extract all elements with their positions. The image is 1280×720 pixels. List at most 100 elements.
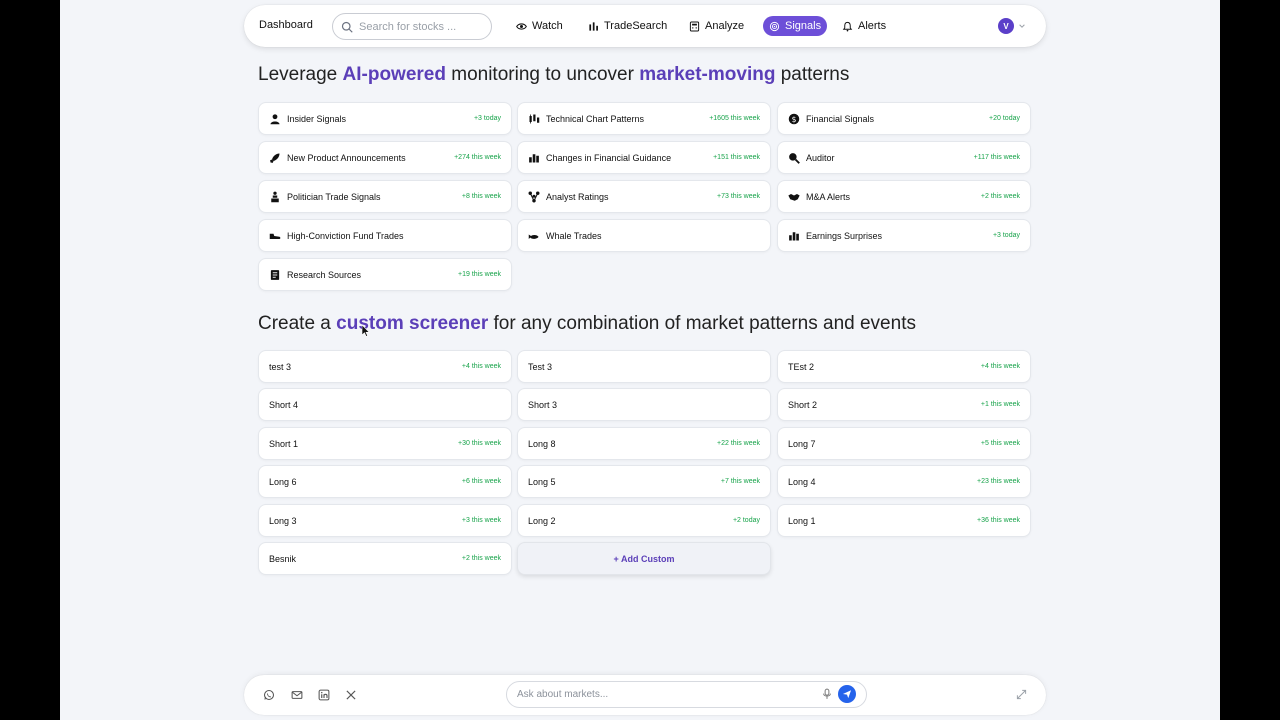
screener-card-badge: +2 this week [461,555,501,562]
microphone-icon[interactable] [821,688,833,700]
screener-card[interactable]: Long 7 +5 this week [777,427,1031,460]
screener-card-badge: +4 this week [980,363,1020,370]
screener-card-label: Long 3 [269,515,297,526]
signal-card-badge: +151 this week [713,154,760,161]
nav-tradesearch[interactable]: TradeSearch [582,16,673,36]
bars-icon [589,21,598,31]
radar-icon [769,21,780,31]
signal-card-badge: +117 this week [973,154,1020,161]
expand-icon[interactable] [1016,689,1027,700]
signal-card-label: Politician Trade Signals [287,191,381,202]
signal-card-technical[interactable]: Technical Chart Patterns +1605 this week [517,102,771,135]
screener-card-badge: +3 this week [461,517,501,524]
screener-card[interactable]: Long 2 +2 today [517,504,771,537]
screener-card[interactable]: Short 1 +30 this week [258,427,512,460]
screener-card[interactable]: test 3 +4 this week [258,350,512,383]
screener-card[interactable]: Long 1 +36 this week [777,504,1031,537]
signals-heading: Leverage AI-powered monitoring to uncove… [258,64,849,86]
search-icon [341,21,353,33]
screener-card-badge: +22 this week [717,440,760,447]
screener-card[interactable]: Long 6 +6 this week [258,465,512,498]
ask-box[interactable] [506,681,867,708]
svg-text:$: $ [792,115,797,124]
screener-heading-highlight: custom screener [336,313,489,334]
top-nav: Dashboard Watch TradeSearch Analyze Sign… [244,5,1046,47]
signal-card-badge: +73 this week [717,193,760,200]
ask-input[interactable] [517,689,807,700]
signal-card-analyst[interactable]: Analyst Ratings +73 this week [517,180,771,213]
screener-card[interactable]: Short 3 [517,388,771,421]
signal-card-label: High-Conviction Fund Trades [287,230,404,241]
screener-card-badge: +2 today [732,517,760,524]
screener-card[interactable]: Long 4 +23 this week [777,465,1031,498]
signal-card-badge: +1605 this week [709,115,760,122]
screener-card-label: Test 3 [528,361,553,372]
signal-card-new-product[interactable]: New Product Announcements +274 this week [258,141,512,174]
bar-chart-icon [789,231,799,240]
bell-icon [842,21,853,31]
whatsapp-icon[interactable] [263,689,275,701]
document-icon [270,269,280,280]
send-button[interactable] [838,685,856,703]
add-custom-button[interactable]: + Add Custom [517,542,771,575]
signal-card-guidance[interactable]: Changes in Financial Guidance +151 this … [517,141,771,174]
signals-heading-highlight-1: AI-powered [342,64,446,85]
screener-card-label: TEst 2 [788,361,815,372]
bottom-bar [244,675,1046,715]
signal-card-mna[interactable]: M&A Alerts +2 this week [777,180,1031,213]
screener-card-badge: +36 this week [977,517,1020,524]
signals-heading-suffix: patterns [775,64,850,85]
screener-card[interactable]: Short 4 [258,388,512,421]
nav-signals-label: Signals [785,20,822,32]
signal-card-earnings[interactable]: Earnings Surprises +3 today [777,219,1031,252]
search-input[interactable] [359,20,479,33]
signal-card-badge: +19 this week [458,271,501,278]
nav-alerts[interactable]: Alerts [836,16,892,36]
avatar[interactable]: V [998,18,1014,34]
signals-heading-highlight-2: market-moving [639,64,776,85]
signal-card-fund-trades[interactable]: High-Conviction Fund Trades [258,219,512,252]
signal-card-label: Auditor [806,152,835,163]
screener-card[interactable]: Long 3 +3 this week [258,504,512,537]
screener-card[interactable]: Long 5 +7 this week [517,465,771,498]
signal-card-auditor[interactable]: Auditor +117 this week [777,141,1031,174]
screener-card[interactable]: Test 3 [517,350,771,383]
screener-heading: Create a custom screener for any combina… [258,313,916,335]
screener-card[interactable]: Besnik +2 this week [258,542,512,575]
screener-card[interactable]: Long 8 +22 this week [517,427,771,460]
linkedin-icon[interactable] [318,689,330,701]
screener-card[interactable]: TEst 2 +4 this week [777,350,1031,383]
nav-watch[interactable]: Watch [510,16,569,36]
signal-card-insider[interactable]: Insider Signals +3 today [258,102,512,135]
screener-card-label: Short 1 [269,438,299,449]
signal-card-research[interactable]: Research Sources +19 this week [258,258,512,291]
person-icon [270,113,280,124]
signal-card-label: Technical Chart Patterns [546,113,645,124]
signal-card-financial[interactable]: $ Financial Signals +20 today [777,102,1031,135]
nav-analyze[interactable]: Analyze [683,16,750,36]
nav-analyze-label: Analyze [705,20,745,32]
screener-card-badge: +30 this week [458,440,501,447]
screener-card-label: Short 4 [269,399,299,410]
screener-card[interactable]: Short 2 +1 this week [777,388,1031,421]
send-icon [842,690,852,699]
screener-card-label: Besnik [269,553,297,564]
chevron-down-icon[interactable] [1018,22,1026,30]
signal-card-badge: +8 this week [461,193,501,200]
nav-tradesearch-label: TradeSearch [604,20,668,32]
screener-card-badge: +5 this week [980,440,1020,447]
mail-icon[interactable] [291,689,303,701]
nav-dashboard[interactable]: Dashboard [259,19,313,31]
search-box[interactable] [332,13,492,40]
signal-card-whale[interactable]: Whale Trades [517,219,771,252]
screener-card-label: Long 5 [528,476,556,487]
signal-card-badge: +274 this week [454,154,501,161]
signal-card-label: New Product Announcements [287,152,406,163]
signal-card-politician[interactable]: Politician Trade Signals +8 this week [258,180,512,213]
screener-card-badge: +23 this week [977,478,1020,485]
signals-heading-mid: monitoring to uncover [445,64,640,85]
screener-card-label: Long 1 [788,515,816,526]
screener-card-badge: +1 this week [980,401,1020,408]
nav-signals[interactable]: Signals [763,16,828,36]
x-icon[interactable] [345,689,357,701]
